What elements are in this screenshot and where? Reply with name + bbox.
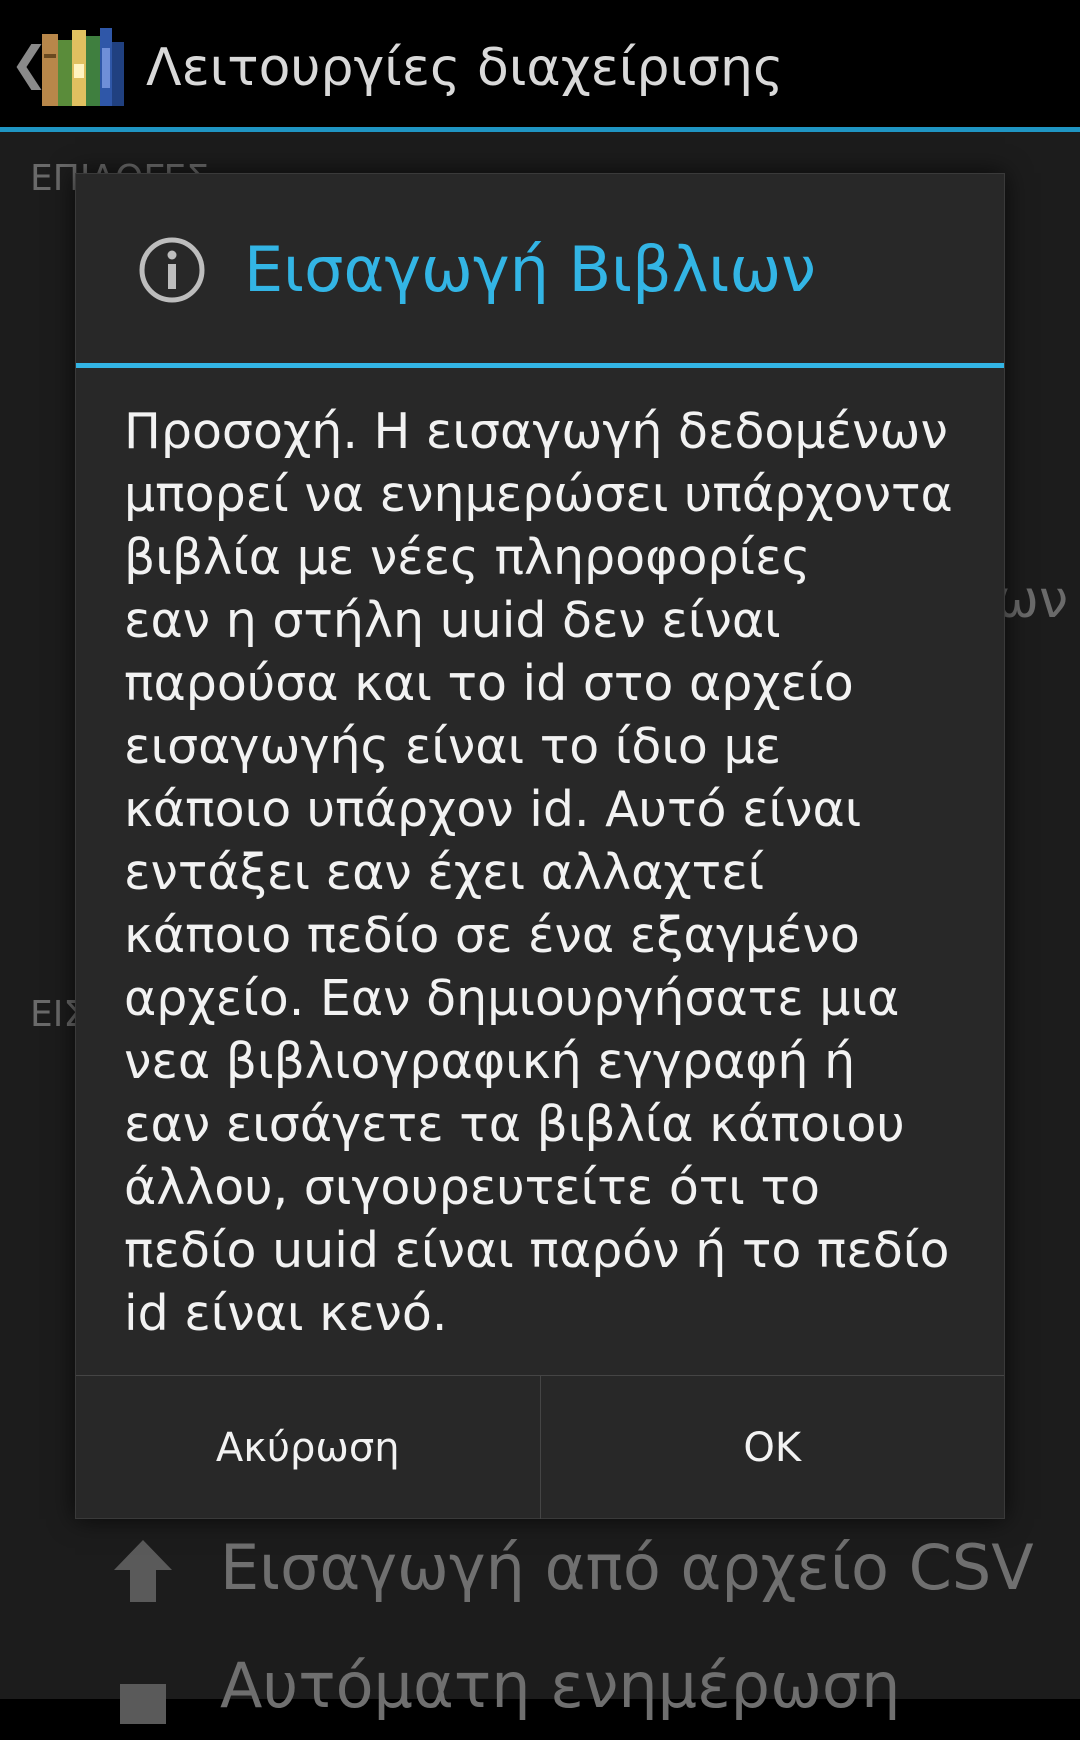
info-icon [139,237,205,303]
message-line: άλλου, σιγουρευτείτε ότι το [124,1159,820,1216]
message-line: πεδίο uuid είναι παρόν ή το πεδίο [124,1222,950,1279]
message-line: νεα βιβλιογραφική εγγραφή ή [124,1033,856,1090]
message-line: μπορεί να ενημερώσει υπάρχοντα [124,466,953,523]
message-line: id είναι κενό. [124,1285,448,1342]
partial-list-item-text: ων [995,570,1068,630]
import-icon [114,1540,172,1602]
message-line: Προσοχή. Η εισαγωγή δεδομένων [124,403,948,460]
dialog-header: Εισαγωγή Βιβλιων [76,174,1004,368]
message-line: κάποιο πεδίο σε ένα εξαγμένο [124,907,860,964]
action-bar: ❮ Λειτουργίες διαχείρισης [0,0,1080,132]
ok-button[interactable]: OK [541,1376,1005,1519]
list-item-import-csv[interactable]: Εισαγωγή από αρχείο CSV [110,1522,1080,1622]
message-line: εαν εισάγετε τα βιβλία κάποιου [124,1096,905,1153]
dialog-title: Εισαγωγή Βιβλιων [244,233,816,306]
message-line: εντάξει εαν έχει αλλαχτεί [124,844,765,901]
message-line: βιβλία με νέες πληροφορίες [124,529,811,586]
list-item-label: Εισαγωγή από αρχείο CSV [220,1531,1034,1604]
update-icon [120,1684,166,1724]
dialog-button-bar: Ακύρωση OK [76,1375,1004,1519]
list-item-label: Αυτόματη ενημέρωση [220,1649,901,1722]
message-line: εισαγωγής είναι το ίδιο με [124,718,782,775]
message-line: εαν η στήλη uuid δεν είναι [124,592,781,649]
action-bar-title: Λειτουργίες διαχείρισης [146,38,784,98]
message-line: παρούσα και το id στο αρχείο [124,655,854,712]
dialog-message: Προσοχή. Η εισαγωγή δεδομένων μπορεί να … [124,400,974,1345]
message-line: κάποιο υπάρχον id. Αυτό είναι [124,781,862,838]
list-item-auto-update[interactable]: Αυτόματη ενημέρωση [110,1640,1080,1740]
cancel-button[interactable]: Ακύρωση [76,1376,541,1519]
message-line: αρχείο. Εαν δημιουργήσατε μια [124,970,900,1027]
app-books-icon[interactable] [40,24,126,110]
import-books-dialog: Εισαγωγή Βιβλιων Προσοχή. Η εισαγωγή δεδ… [75,173,1005,1519]
